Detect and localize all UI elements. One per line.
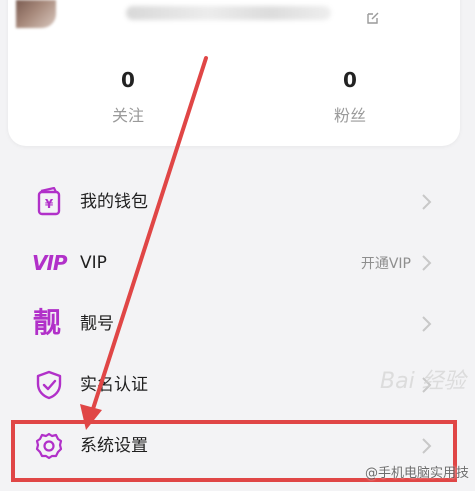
avatar[interactable]	[16, 0, 56, 28]
menu-item-pretty-number[interactable]: 靓 靓号	[0, 294, 475, 355]
chevron-right-icon	[422, 255, 432, 271]
menu-item-vip[interactable]: VIP VIP 开通VIP	[0, 233, 475, 294]
stat-following[interactable]: 0 关注	[78, 68, 178, 126]
menu-label-wallet: 我的钱包	[80, 192, 148, 212]
following-count: 0	[121, 68, 135, 92]
menu-label-pretty-number: 靓号	[80, 314, 114, 334]
stat-fans[interactable]: 0 粉丝	[300, 68, 400, 126]
shield-check-icon	[36, 370, 62, 400]
vip-icon: VIP	[32, 251, 68, 275]
pretty-number-icon: 靓	[33, 306, 62, 339]
svg-text:¥: ¥	[45, 197, 54, 211]
username-blurred	[126, 6, 331, 20]
edit-icon[interactable]	[366, 11, 380, 25]
open-vip-link[interactable]: 开通VIP	[361, 254, 411, 274]
menu-label-vip: VIP	[80, 253, 107, 273]
watermark-brand: Bai 经验	[380, 369, 466, 394]
following-label: 关注	[111, 106, 144, 125]
fans-count: 0	[343, 68, 357, 92]
chevron-right-icon	[422, 194, 432, 210]
fans-label: 粉丝	[333, 106, 366, 125]
profile-card: 0 关注 0 粉丝	[8, 0, 460, 146]
menu-item-wallet[interactable]: ¥ 我的钱包	[0, 172, 475, 233]
menu-label-real-name: 实名认证	[80, 375, 148, 395]
chevron-right-icon	[422, 316, 432, 332]
watermark-text: @手机电脑实用技	[364, 466, 469, 481]
wallet-icon: ¥	[37, 187, 61, 216]
